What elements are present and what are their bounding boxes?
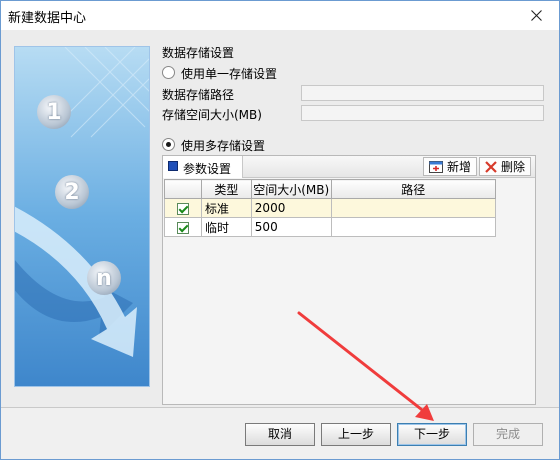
select-column-header bbox=[164, 179, 202, 199]
delete-icon bbox=[485, 160, 497, 173]
table-row[interactable]: 标准 2000 bbox=[164, 198, 497, 218]
row-type-cell[interactable]: 临时 bbox=[200, 217, 252, 237]
delete-button[interactable]: 删除 bbox=[479, 157, 532, 176]
params-toolbar: 参数设置 新增 删除 bbox=[163, 156, 535, 178]
title-bar: 新建数据中心 bbox=[1, 1, 559, 30]
close-icon bbox=[530, 10, 542, 21]
add-row-icon bbox=[429, 160, 443, 173]
add-button[interactable]: 新增 bbox=[423, 157, 478, 176]
row-path-cell[interactable] bbox=[330, 217, 497, 237]
params-tab-icon bbox=[168, 161, 178, 171]
window-title: 新建数据中心 bbox=[8, 11, 87, 26]
close-button[interactable] bbox=[513, 1, 559, 30]
single-storage-label: 使用单一存储设置 bbox=[181, 67, 278, 81]
type-column-header[interactable]: 类型 bbox=[200, 179, 252, 199]
prev-button[interactable]: 上一步 bbox=[321, 423, 391, 446]
multi-storage-label: 使用多存储设置 bbox=[181, 139, 266, 153]
step-2-label: 2 bbox=[64, 179, 80, 205]
path-column-header[interactable]: 路径 bbox=[330, 179, 497, 199]
step-n-label: n bbox=[96, 265, 112, 291]
add-button-label: 新增 bbox=[447, 160, 472, 174]
row-path-cell[interactable] bbox=[330, 198, 497, 218]
row-size-cell[interactable]: 500 bbox=[250, 217, 332, 237]
params-tab[interactable]: 参数设置 bbox=[163, 156, 243, 178]
delete-button-label: 删除 bbox=[501, 160, 526, 174]
table-row[interactable]: 临时 500 bbox=[164, 217, 497, 237]
row-type-cell[interactable]: 标准 bbox=[200, 198, 252, 218]
step-2-badge: 2 bbox=[55, 175, 89, 209]
storage-section-title: 数据存储设置 bbox=[162, 46, 235, 60]
storage-path-field bbox=[301, 85, 544, 101]
cancel-button[interactable]: 取消 bbox=[245, 423, 315, 446]
params-table-header: 类型 空间大小(MB) 路径 bbox=[164, 179, 497, 199]
step-1-label: 1 bbox=[46, 99, 62, 125]
checked-checkbox-icon[interactable] bbox=[177, 202, 189, 215]
row-checkbox-cell[interactable] bbox=[164, 198, 202, 218]
size-column-header[interactable]: 空间大小(MB) bbox=[250, 179, 332, 199]
step-n-badge: n bbox=[87, 261, 121, 295]
next-button[interactable]: 下一步 bbox=[397, 423, 467, 446]
row-size-cell[interactable]: 2000 bbox=[250, 198, 332, 218]
params-table: 类型 空间大小(MB) 路径 标准 2000 临时 500 bbox=[164, 179, 497, 237]
params-tab-label: 参数设置 bbox=[183, 162, 232, 176]
dialog-content: 1 2 n 数据存储设置 使用单一存储设置 数据存储路径 存储空间大小(MB) … bbox=[1, 30, 559, 408]
new-data-center-dialog: 新建数据中心 1 2 n 数据存储设置 使用单一存储设置 数据存储路径 存储空间… bbox=[0, 0, 560, 460]
checked-checkbox-icon[interactable] bbox=[177, 221, 189, 234]
step-1-badge: 1 bbox=[37, 95, 71, 129]
row-checkbox-cell[interactable] bbox=[164, 217, 202, 237]
finish-button: 完成 bbox=[473, 423, 543, 446]
wizard-banner-art bbox=[15, 47, 149, 386]
storage-path-label: 数据存储路径 bbox=[162, 88, 235, 102]
storage-size-label: 存储空间大小(MB) bbox=[162, 108, 262, 122]
single-storage-radio[interactable] bbox=[162, 66, 175, 79]
wizard-banner: 1 2 n bbox=[14, 46, 150, 387]
storage-size-field bbox=[301, 105, 544, 121]
params-panel: 参数设置 新增 删除 类型 空间大小(MB) 路径 标准 2000 临时 500 bbox=[162, 155, 536, 405]
multi-storage-radio[interactable] bbox=[162, 138, 175, 151]
